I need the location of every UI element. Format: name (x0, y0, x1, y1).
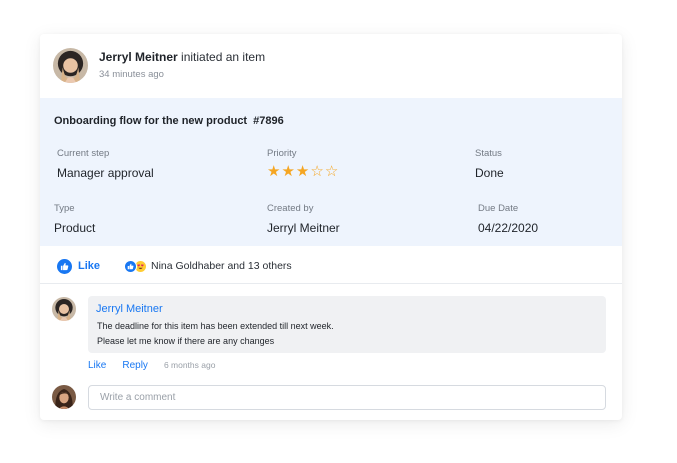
item-title[interactable]: Onboarding flow for the new product #7896 (54, 115, 284, 127)
field-due-date: Due Date 04/22/2020 (478, 203, 538, 235)
priority-label: Priority (267, 148, 297, 159)
comment-bubble: Jerryl Meitner The deadline for this ite… (88, 296, 606, 353)
item-details-panel: Onboarding flow for the new product #7896… (40, 98, 622, 246)
item-number: #7896 (253, 115, 284, 127)
comment-like-button[interactable]: Like (88, 360, 106, 371)
activity-time: 34 minutes ago (99, 69, 164, 80)
comment-text-line-1: The deadline for this item has been exte… (97, 321, 334, 331)
card-header: Jerryl Meitner initiated an item 34 minu… (40, 34, 622, 98)
type-value: Product (54, 221, 96, 235)
current-step-label: Current step (57, 148, 110, 159)
status-label: Status (475, 148, 502, 159)
comment-time: 6 months ago (163, 360, 216, 370)
field-status: Status Done (475, 148, 504, 180)
like-button-label: Like (78, 260, 101, 272)
due-date-value: 04/22/2020 (478, 221, 539, 235)
author-avatar[interactable] (53, 48, 88, 83)
comment-author[interactable]: Jerryl Meitner (96, 303, 163, 315)
current-user-avatar (52, 385, 76, 409)
priority-rating: ★★★☆☆ (267, 164, 339, 180)
like-button[interactable]: Like (57, 258, 100, 274)
status-value: Done (475, 166, 504, 180)
star-filled-icon: ★ (267, 163, 282, 180)
activity-card: Jerryl Meitner initiated an item 34 minu… (40, 34, 622, 420)
field-type: Type Product (54, 203, 95, 235)
thumbs-up-icon (124, 259, 137, 273)
star-filled-icon: ★ (295, 163, 311, 180)
reactions-summary[interactable]: Nina Goldhaber and 13 others (124, 258, 292, 274)
due-date-label: Due Date (478, 203, 519, 214)
comment-reply-button[interactable]: Reply (122, 360, 148, 371)
reaction-bar: Like Nina Goldhaber and 13 others (40, 246, 622, 284)
activity-line: Jerryl Meitner initiated an item (99, 50, 265, 64)
type-label: Type (54, 203, 75, 214)
field-priority: Priority ★★★☆☆ (267, 148, 339, 180)
commenter-avatar[interactable] (52, 297, 76, 321)
star-filled-icon: ★ (281, 163, 296, 180)
star-empty-icon: ☆ (310, 163, 325, 180)
star-empty-icon: ☆ (324, 163, 340, 180)
comment-actions: Like Reply 6 months ago (88, 359, 215, 371)
thumbs-up-icon (57, 258, 72, 274)
author-name[interactable]: Jerryl Meitner (99, 50, 178, 64)
current-step-value: Manager approval (57, 166, 154, 180)
comment-input[interactable] (88, 385, 606, 410)
field-current-step: Current step Manager approval (57, 148, 154, 180)
field-created-by: Created by Jerryl Meitner (267, 203, 340, 235)
comment-text-line-2: Please let me know if there are any chan… (97, 336, 275, 346)
created-by-value: Jerryl Meitner (267, 221, 340, 235)
item-title-text: Onboarding flow for the new product (54, 115, 248, 127)
reactions-text: Nina Goldhaber and 13 others (151, 260, 292, 272)
created-by-label: Created by (267, 203, 314, 214)
activity-action: initiated an item (181, 50, 266, 64)
